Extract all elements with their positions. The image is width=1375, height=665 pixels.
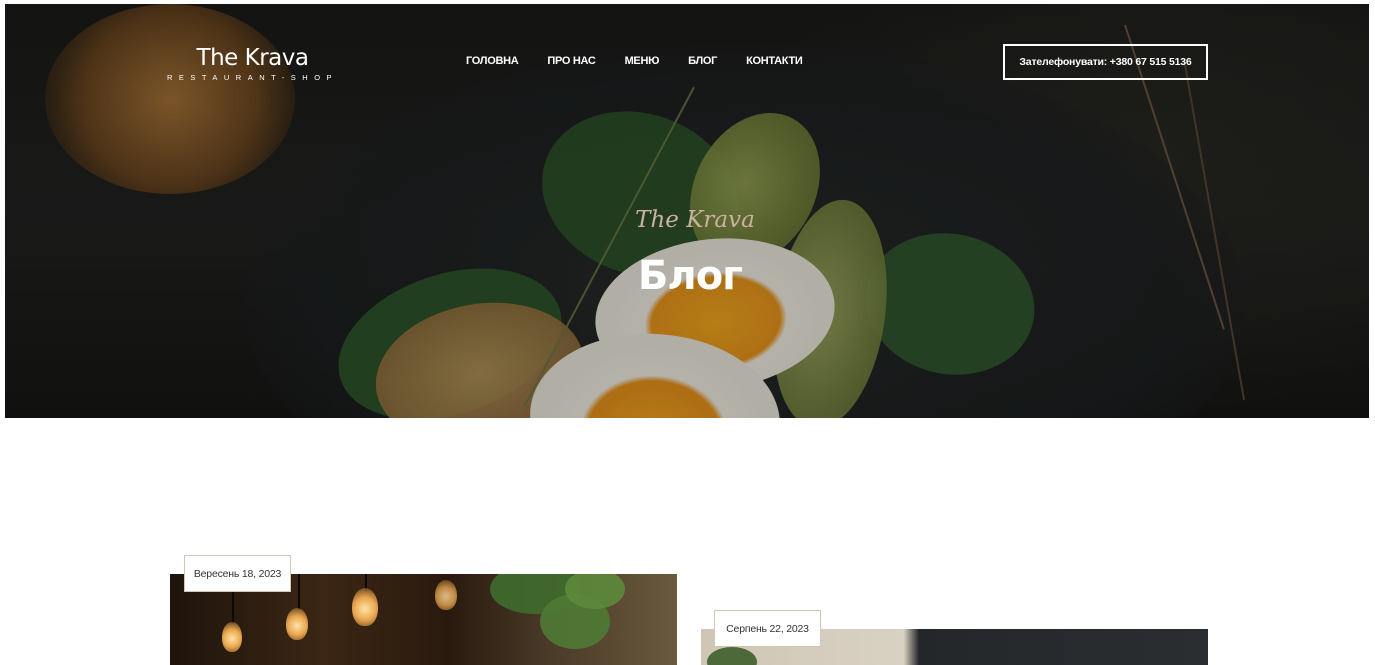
nav-item-about[interactable]: ПРО НАС: [547, 55, 595, 67]
nav-item-home[interactable]: ГОЛОВНА: [466, 55, 519, 67]
post-date-badge: Серпень 22, 2023: [714, 610, 821, 647]
main-nav: ГОЛОВНА ПРО НАС МЕНЮ БЛОГ КОНТАКТИ: [466, 55, 832, 67]
call-button[interactable]: Зателефонувати: +380 67 515 5136: [1003, 44, 1208, 80]
light-bulb-image: [286, 608, 308, 640]
site-logo[interactable]: The Krava RESTAURANT-SHOP: [160, 44, 345, 82]
plant-leaves: [565, 574, 625, 609]
nav-item-menu[interactable]: МЕНЮ: [625, 55, 660, 67]
light-bulb-image: [352, 588, 378, 626]
post-date-badge: Вересень 18, 2023: [184, 555, 291, 592]
light-bulb-image: [222, 622, 242, 652]
nav-item-contacts[interactable]: КОНТАКТИ: [746, 55, 803, 67]
nav-item-blog[interactable]: БЛОГ: [688, 55, 717, 67]
page-title: Блог: [637, 253, 743, 299]
logo-tagline: RESTAURANT-SHOP: [166, 73, 339, 82]
bulb-wire: [298, 574, 300, 610]
hero-script-logo: The Krava: [635, 207, 755, 233]
plant-leaves: [707, 647, 757, 665]
light-bulb-image: [435, 580, 457, 610]
logo-name: The Krava: [196, 45, 309, 71]
